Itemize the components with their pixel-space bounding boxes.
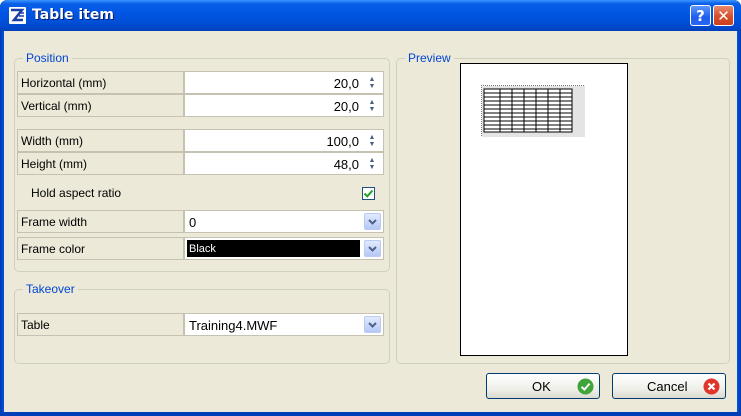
window-title: Table item bbox=[32, 7, 114, 23]
close-button[interactable]: ✕ bbox=[713, 5, 734, 26]
frame-color-label: Frame color bbox=[17, 237, 184, 260]
chevron-down-icon bbox=[368, 245, 377, 252]
green-check-icon bbox=[577, 378, 594, 395]
position-legend: Position bbox=[23, 51, 72, 65]
width-value[interactable]: 100,0 bbox=[326, 134, 359, 149]
vertical-spin-field[interactable]: 20,0 ▲ ▼ bbox=[184, 94, 384, 117]
table-thumbnail-graphic bbox=[482, 86, 585, 137]
takeover-legend: Takeover bbox=[23, 282, 78, 296]
close-icon: ✕ bbox=[717, 6, 730, 25]
table-label: Table bbox=[17, 313, 184, 336]
spin-updown-icon[interactable]: ▲ ▼ bbox=[365, 97, 379, 114]
cancel-label: Cancel bbox=[647, 379, 688, 394]
preview-legend: Preview bbox=[405, 51, 454, 65]
height-label: Height (mm) bbox=[17, 152, 184, 175]
vertical-label: Vertical (mm) bbox=[17, 94, 184, 117]
hold-aspect-label: Hold aspect ratio bbox=[31, 186, 122, 200]
chevron-down-icon bbox=[368, 218, 377, 225]
ok-label: OK bbox=[532, 379, 551, 394]
dialog-window: Table item ? ✕ Position Horizontal (mm) … bbox=[0, 0, 741, 416]
chevron-down-icon bbox=[368, 321, 377, 328]
width-label: Width (mm) bbox=[17, 129, 184, 152]
red-x-icon bbox=[703, 378, 720, 395]
horizontal-spin-field[interactable]: 20,0 ▲ ▼ bbox=[184, 71, 384, 94]
frame-width-label: Frame width bbox=[17, 210, 184, 233]
table-dropdown-button[interactable] bbox=[364, 316, 381, 333]
hold-aspect-checkbox[interactable] bbox=[362, 187, 375, 200]
ok-button[interactable]: OK bbox=[486, 373, 600, 399]
window-frame-bottom bbox=[0, 412, 741, 416]
height-spin-field[interactable]: 48,0 ▲ ▼ bbox=[184, 152, 384, 175]
width-spin-field[interactable]: 100,0 ▲ ▼ bbox=[184, 129, 384, 152]
horizontal-label: Horizontal (mm) bbox=[17, 71, 184, 94]
table-combo[interactable]: Training4.MWF bbox=[184, 313, 384, 336]
window-frame-right bbox=[737, 31, 741, 416]
vertical-value[interactable]: 20,0 bbox=[334, 99, 359, 114]
frame-width-value: 0 bbox=[189, 215, 197, 230]
frame-width-combo[interactable]: 0 bbox=[184, 210, 384, 233]
horizontal-value[interactable]: 20,0 bbox=[334, 76, 359, 91]
spin-updown-icon[interactable]: ▲ ▼ bbox=[365, 155, 379, 172]
help-button[interactable]: ? bbox=[690, 5, 711, 26]
table-preview-thumbnail bbox=[481, 85, 585, 137]
cancel-button[interactable]: Cancel bbox=[612, 373, 726, 399]
frame-color-combo[interactable]: Black bbox=[184, 237, 384, 260]
height-value[interactable]: 48,0 bbox=[334, 157, 359, 172]
table-app-icon bbox=[9, 7, 26, 24]
frame-color-dropdown-button[interactable] bbox=[364, 240, 381, 257]
preview-page bbox=[460, 63, 628, 356]
frame-color-value: Black bbox=[189, 243, 216, 255]
title-bar[interactable]: Table item ? ✕ bbox=[0, 0, 741, 31]
checkmark-icon bbox=[363, 189, 374, 198]
table-value: Training4.MWF bbox=[189, 318, 278, 333]
frame-width-dropdown-button[interactable] bbox=[364, 213, 381, 230]
spin-updown-icon[interactable]: ▲ ▼ bbox=[365, 132, 379, 149]
help-icon: ? bbox=[696, 6, 705, 25]
spin-updown-icon[interactable]: ▲ ▼ bbox=[365, 74, 379, 91]
